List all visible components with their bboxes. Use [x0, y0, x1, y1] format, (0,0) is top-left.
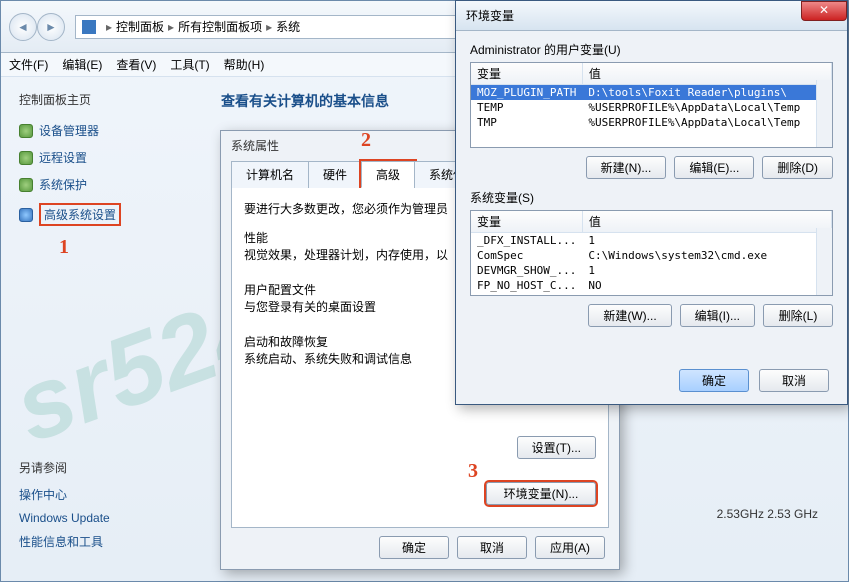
- sidebar-item-label: 高级系统设置: [39, 203, 121, 226]
- table-row[interactable]: ComSpecC:\Windows\system32\cmd.exe: [471, 248, 832, 263]
- apply-button[interactable]: 应用(A): [535, 536, 605, 559]
- env-var-button[interactable]: 环境变量(N)...: [486, 482, 596, 505]
- sidebar-item-label: 远程设置: [39, 149, 87, 166]
- col-value[interactable]: 值: [582, 211, 831, 233]
- cpu-info: 2.53GHz 2.53 GHz: [717, 507, 818, 521]
- annotation-2: 2: [361, 129, 371, 152]
- dialog-titlebar: 环境变量 ✕: [456, 1, 847, 31]
- ok-button[interactable]: 确定: [679, 369, 749, 392]
- tab-computer-name[interactable]: 计算机名: [231, 161, 309, 188]
- table-row[interactable]: DEVMGR_SHOW_...1: [471, 263, 832, 278]
- sidebar-item-label: 系统保护: [39, 176, 87, 193]
- annotation-3: 3: [468, 460, 478, 483]
- shield-icon: [19, 178, 33, 192]
- table-row[interactable]: MOZ_PLUGIN_PATHD:\tools\Foxit Reader\plu…: [471, 85, 832, 101]
- sidebar-header: 控制面板主页: [19, 91, 183, 108]
- delete-sys-button[interactable]: 删除(L): [763, 304, 833, 327]
- sidebar-item-advanced[interactable]: 高级系统设置: [19, 203, 183, 226]
- chevron-right-icon: ▸: [106, 20, 112, 34]
- col-variable[interactable]: 变量: [471, 63, 582, 85]
- col-variable[interactable]: 变量: [471, 211, 582, 233]
- table-row[interactable]: TMP%USERPROFILE%\AppData\Local\Temp: [471, 115, 832, 130]
- sidebar-item-protection[interactable]: 系统保护: [19, 176, 183, 193]
- dialog-title: 环境变量: [466, 7, 514, 24]
- control-panel-icon: [82, 20, 96, 34]
- table-row[interactable]: _DFX_INSTALL...1: [471, 233, 832, 249]
- tab-hardware[interactable]: 硬件: [308, 161, 362, 188]
- breadcrumb[interactable]: 所有控制面板项: [178, 18, 262, 35]
- env-variables-dialog: 环境变量 ✕ Administrator 的用户变量(U) 变量值 MOZ_PL…: [455, 0, 848, 405]
- back-button[interactable]: ◄: [9, 13, 37, 41]
- menu-file[interactable]: 文件(F): [9, 56, 48, 73]
- breadcrumb[interactable]: 控制面板: [116, 18, 164, 35]
- annotation-1: 1: [59, 236, 183, 259]
- settings-button[interactable]: 设置(T)...: [517, 436, 596, 459]
- sys-vars-label: 系统变量(S): [470, 189, 833, 206]
- cancel-button[interactable]: 取消: [759, 369, 829, 392]
- sidebar-item-remote[interactable]: 远程设置: [19, 149, 183, 166]
- tab-advanced[interactable]: 高级: [361, 161, 415, 188]
- shield-icon: [19, 151, 33, 165]
- scrollbar[interactable]: [816, 228, 832, 295]
- chevron-right-icon: ▸: [266, 20, 272, 34]
- sidebar-item-device-manager[interactable]: 设备管理器: [19, 122, 183, 139]
- link-windows-update[interactable]: Windows Update: [19, 511, 183, 525]
- shield-icon: [19, 208, 33, 222]
- sys-vars-list[interactable]: 变量值 _DFX_INSTALL...1 ComSpecC:\Windows\s…: [470, 210, 833, 296]
- breadcrumb[interactable]: 系统: [276, 18, 300, 35]
- menu-view[interactable]: 查看(V): [116, 56, 156, 73]
- menu-help[interactable]: 帮助(H): [224, 56, 265, 73]
- scrollbar[interactable]: [816, 80, 832, 147]
- link-action-center[interactable]: 操作中心: [19, 486, 183, 503]
- table-row[interactable]: FP_NO_HOST_C...NO: [471, 278, 832, 293]
- user-vars-list[interactable]: 变量值 MOZ_PLUGIN_PATHD:\tools\Foxit Reader…: [470, 62, 833, 148]
- new-sys-button[interactable]: 新建(W)...: [588, 304, 671, 327]
- chevron-right-icon: ▸: [168, 20, 174, 34]
- new-user-button[interactable]: 新建(N)...: [586, 156, 667, 179]
- menu-tools[interactable]: 工具(T): [170, 56, 209, 73]
- forward-button[interactable]: ►: [37, 13, 65, 41]
- user-vars-label: Administrator 的用户变量(U): [470, 41, 833, 58]
- edit-user-button[interactable]: 编辑(E)...: [674, 156, 754, 179]
- sidebar: 控制面板主页 设备管理器 远程设置 系统保护 高级系统设置 1 另请参阅 操作中…: [1, 77, 201, 581]
- ok-button[interactable]: 确定: [379, 536, 449, 559]
- delete-user-button[interactable]: 删除(D): [762, 156, 833, 179]
- cancel-button[interactable]: 取消: [457, 536, 527, 559]
- shield-icon: [19, 124, 33, 138]
- edit-sys-button[interactable]: 编辑(I)...: [680, 304, 755, 327]
- see-also-header: 另请参阅: [19, 459, 183, 476]
- menu-edit[interactable]: 编辑(E): [62, 56, 102, 73]
- link-perf-tools[interactable]: 性能信息和工具: [19, 533, 183, 550]
- close-button[interactable]: ✕: [801, 1, 847, 21]
- nav-buttons: ◄ ►: [9, 13, 65, 41]
- col-value[interactable]: 值: [582, 63, 831, 85]
- table-row[interactable]: TEMP%USERPROFILE%\AppData\Local\Temp: [471, 100, 832, 115]
- sidebar-item-label: 设备管理器: [39, 122, 99, 139]
